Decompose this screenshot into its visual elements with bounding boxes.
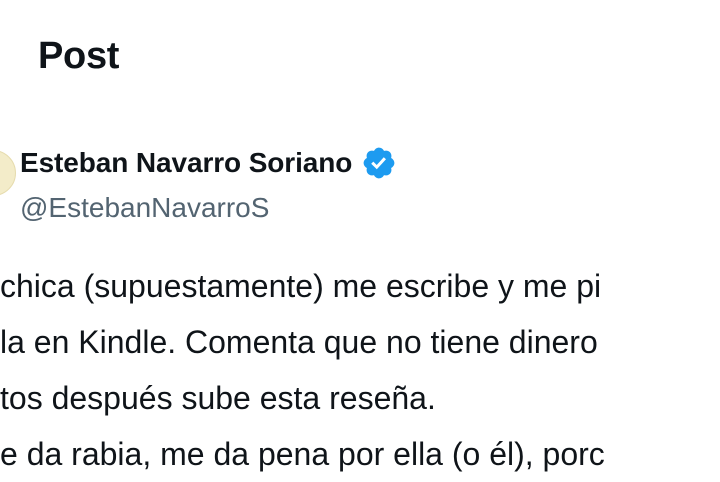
post-text-line: la en Kindle. Comenta que no tiene diner… [0,324,598,360]
post-text-line: tos después sube esta reseña. [0,380,436,416]
author-name[interactable]: Esteban Navarro Soriano [20,147,352,179]
post-text-line: e da rabia, me da pena por ella (o él), … [0,436,605,472]
post-text-line: chica (supuestamente) me escribe y me pi [0,268,602,304]
post-text: chica (supuestamente) me escribe y me pi… [0,258,720,482]
verified-badge-icon [361,145,397,181]
avatar[interactable] [0,150,16,196]
author-handle[interactable]: @EstebanNavarroS [20,190,269,226]
author-name-row: Esteban Navarro Soriano [20,143,397,183]
page-title: Post [38,35,120,77]
